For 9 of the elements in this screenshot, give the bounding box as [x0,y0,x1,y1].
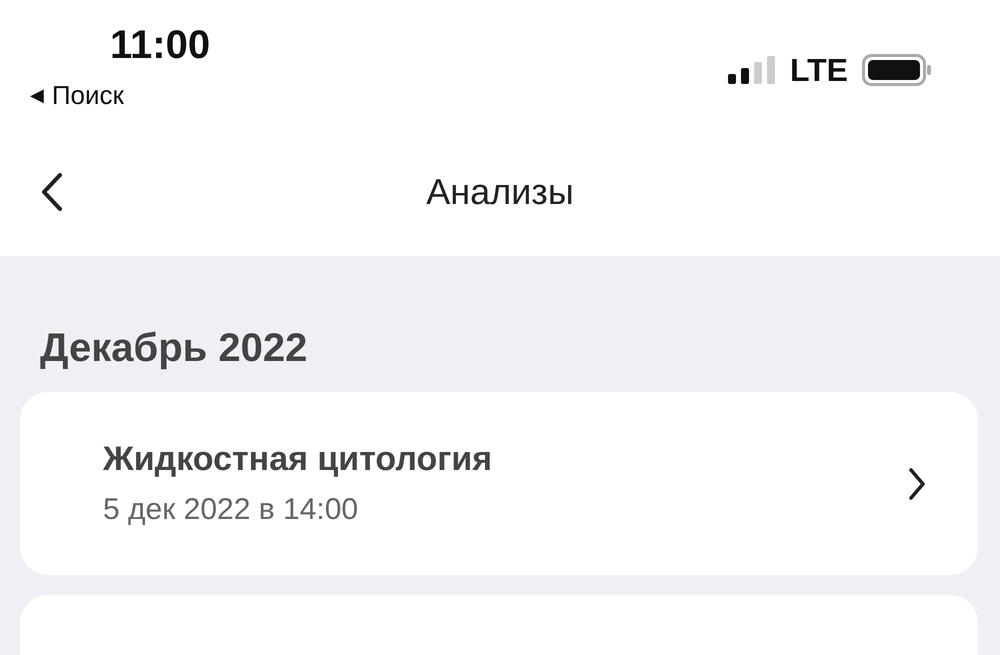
analysis-card[interactable]: Жидкостная цитология 5 дек 2022 в 14:00 [20,392,978,575]
section-heading: Декабрь 2022 [40,325,308,372]
back-to-app-link[interactable]: ◀ Поиск [30,80,210,111]
signal-icon [728,56,776,84]
status-time: 11:00 [110,22,210,68]
network-label: LTE [790,52,848,88]
battery-icon [862,54,932,86]
chevron-right-icon [908,466,926,500]
screen-title: Анализы [426,170,574,212]
